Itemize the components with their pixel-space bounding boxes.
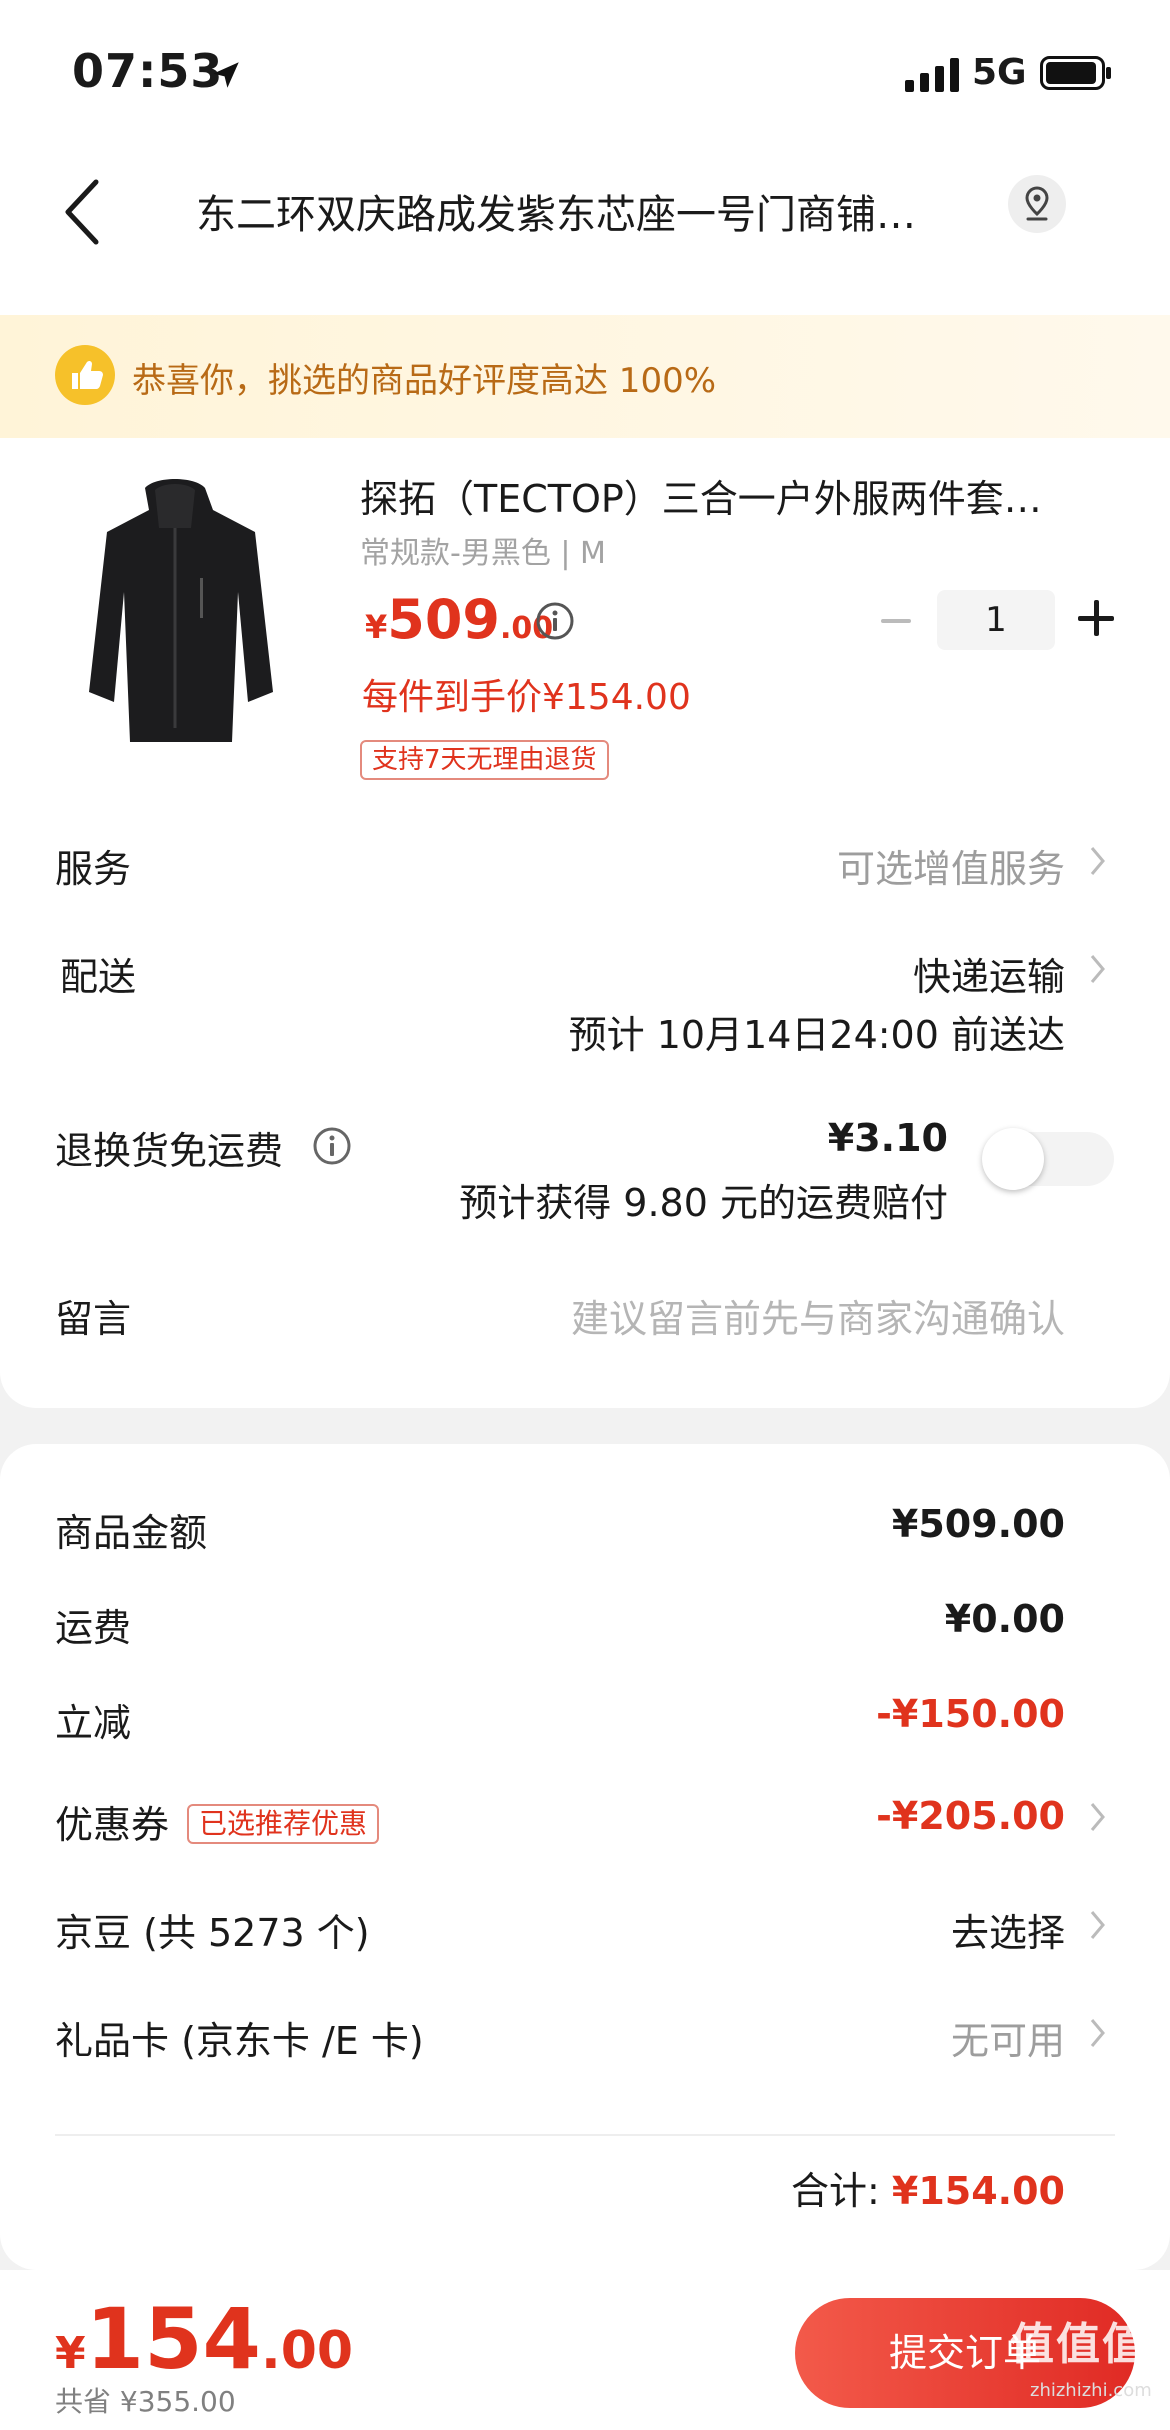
goods-amount-value: ¥509.00	[891, 1502, 1065, 1546]
bottom-currency: ¥	[55, 2328, 86, 2379]
jingdou-row[interactable]: 京豆 (共 5273 个) 去选择	[0, 1902, 1170, 1962]
delivery-row[interactable]: 配送 快递运输 预计 10月14日24:00 前送达	[0, 946, 1170, 1066]
location-pin-icon	[1025, 186, 1049, 221]
shipping-row: 运费 ¥0.00	[0, 1597, 1170, 1657]
order-item-card: 探拓（TECTOP）三合一户外服两件套… 常规款-男黑色 | M ¥509.00…	[0, 438, 1170, 1408]
delivery-address[interactable]: 东二环双庆路成发紫东芯座一号门商铺…	[196, 182, 976, 240]
gift-card-label: 礼品卡 (京东卡 /E 卡)	[55, 2019, 424, 2063]
chevron-right-icon	[1090, 955, 1105, 983]
shipping-label: 运费	[55, 1606, 132, 1650]
toggle-knob	[982, 1128, 1044, 1190]
signal-icon	[905, 58, 959, 92]
return-insurance-label: 退换货免运费	[55, 1129, 284, 1173]
price-integer: 509	[387, 588, 500, 651]
service-row[interactable]: 服务 可选增值服务	[0, 838, 1170, 898]
note-row[interactable]: 留言 建议留言前先与商家沟通确认	[0, 1288, 1170, 1348]
chevron-right-icon	[1090, 1803, 1105, 1831]
battery-icon	[1040, 56, 1111, 90]
coupon-label: 优惠券	[55, 1803, 170, 1847]
coupon-label-group: 优惠券 已选推荐优惠	[55, 1794, 380, 1849]
chevron-right-icon	[1090, 847, 1105, 875]
product-title[interactable]: 探拓（TECTOP）三合一户外服两件套…	[360, 468, 1080, 523]
delivery-method: 快递运输	[912, 955, 1065, 999]
jingdou-value: 去选择	[950, 1911, 1065, 1955]
quantity-input[interactable]: 1	[937, 590, 1055, 650]
goods-amount-row: 商品金额 ¥509.00	[0, 1502, 1170, 1562]
chevron-right-icon	[1090, 1911, 1105, 1939]
service-value: 可选增值服务	[836, 847, 1065, 891]
coupon-tag: 已选推荐优惠	[187, 1803, 380, 1844]
product-image-jacket[interactable]	[60, 468, 290, 748]
bottom-total: ¥154.00	[55, 2290, 353, 2388]
bottom-bar: ¥154.00 共省 ¥355.00 提交订单	[0, 2270, 1170, 2430]
return-policy-tag: 支持7天无理由退货	[360, 740, 609, 780]
bottom-total-decimal: .00	[260, 2321, 354, 2381]
summary-total-row: 合计: ¥154.00	[0, 2160, 1170, 2220]
jingdou-label: 京豆 (共 5273 个)	[55, 1911, 370, 1955]
product-spec: 常规款-男黑色 | M	[360, 536, 606, 571]
quantity-decrease-button[interactable]	[878, 603, 914, 639]
return-insurance-price: ¥3.10	[827, 1116, 948, 1160]
delivery-eta: 预计 10月14日24:00 前送达	[568, 1013, 1065, 1057]
return-insurance-row: 退换货免运费 ¥3.10 预计获得 9.80 元的运费赔付	[0, 1116, 1170, 1230]
delivery-label: 配送	[60, 955, 137, 999]
chevron-right-icon	[1090, 2019, 1105, 2047]
coupon-row[interactable]: 优惠券 已选推荐优惠 -¥205.00	[0, 1794, 1170, 1854]
gift-card-row[interactable]: 礼品卡 (京东卡 /E 卡) 无可用	[0, 2010, 1170, 2070]
product-price: ¥509.00	[365, 588, 553, 651]
watermark-url: zhizhizhi.com	[1030, 2380, 1152, 2401]
shipping-value: ¥0.00	[944, 1597, 1065, 1641]
gift-card-value: 无可用	[950, 2019, 1065, 2063]
summary-divider	[55, 2134, 1115, 2136]
total-value: ¥154.00	[891, 2169, 1065, 2213]
rating-banner-text: 恭喜你，挑选的商品好评度高达 100%	[132, 361, 717, 401]
back-arrow-icon[interactable]	[52, 172, 112, 252]
coupon-value: -¥205.00	[876, 1794, 1065, 1838]
saved-amount: 共省 ¥355.00	[55, 2385, 236, 2418]
instant-discount-row: 立减 -¥150.00	[0, 1692, 1170, 1752]
order-confirm-screen: 07:53 5G 东二环双庆路成发紫东芯座一号门商铺… 恭喜你，挑选的商品好评度…	[0, 0, 1170, 2430]
quantity-increase-button[interactable]	[1078, 600, 1114, 636]
thumbs-up-icon	[55, 345, 115, 405]
price-info-icon[interactable]	[535, 601, 575, 641]
bottom-total-integer: 154	[85, 2290, 261, 2388]
nav-bar: 东二环双庆路成发紫东芯座一号门商铺…	[0, 150, 1170, 315]
service-label: 服务	[55, 847, 132, 891]
total-label: 合计:	[791, 2169, 880, 2213]
summary-total: 合计: ¥154.00	[791, 2160, 1065, 2215]
network-type: 5G	[972, 52, 1027, 93]
price-summary-card: 商品金额 ¥509.00 运费 ¥0.00 立减 -¥150.00 优惠券 已选推…	[0, 1444, 1170, 2270]
return-insurance-toggle[interactable]	[982, 1128, 1114, 1190]
status-time: 07:53	[72, 44, 224, 98]
location-button[interactable]	[1008, 175, 1066, 233]
instant-discount-value: -¥150.00	[876, 1692, 1065, 1736]
location-arrow-icon	[213, 62, 239, 88]
note-label: 留言	[55, 1297, 132, 1341]
instant-discount-label: 立减	[55, 1701, 132, 1745]
status-bar: 07:53 5G	[0, 0, 1170, 150]
return-insurance-info-icon[interactable]	[312, 1126, 352, 1166]
goods-amount-label: 商品金额	[55, 1511, 208, 1555]
note-input[interactable]: 建议留言前先与商家沟通确认	[571, 1288, 1065, 1343]
hand-price: 每件到手价¥154.00	[362, 677, 691, 718]
rating-banner: 恭喜你，挑选的商品好评度高达 100%	[0, 315, 1170, 438]
return-insurance-desc: 预计获得 9.80 元的运费赔付	[459, 1181, 948, 1225]
price-currency: ¥	[365, 608, 388, 646]
watermark-logo: 值值值	[1010, 2319, 1148, 2370]
